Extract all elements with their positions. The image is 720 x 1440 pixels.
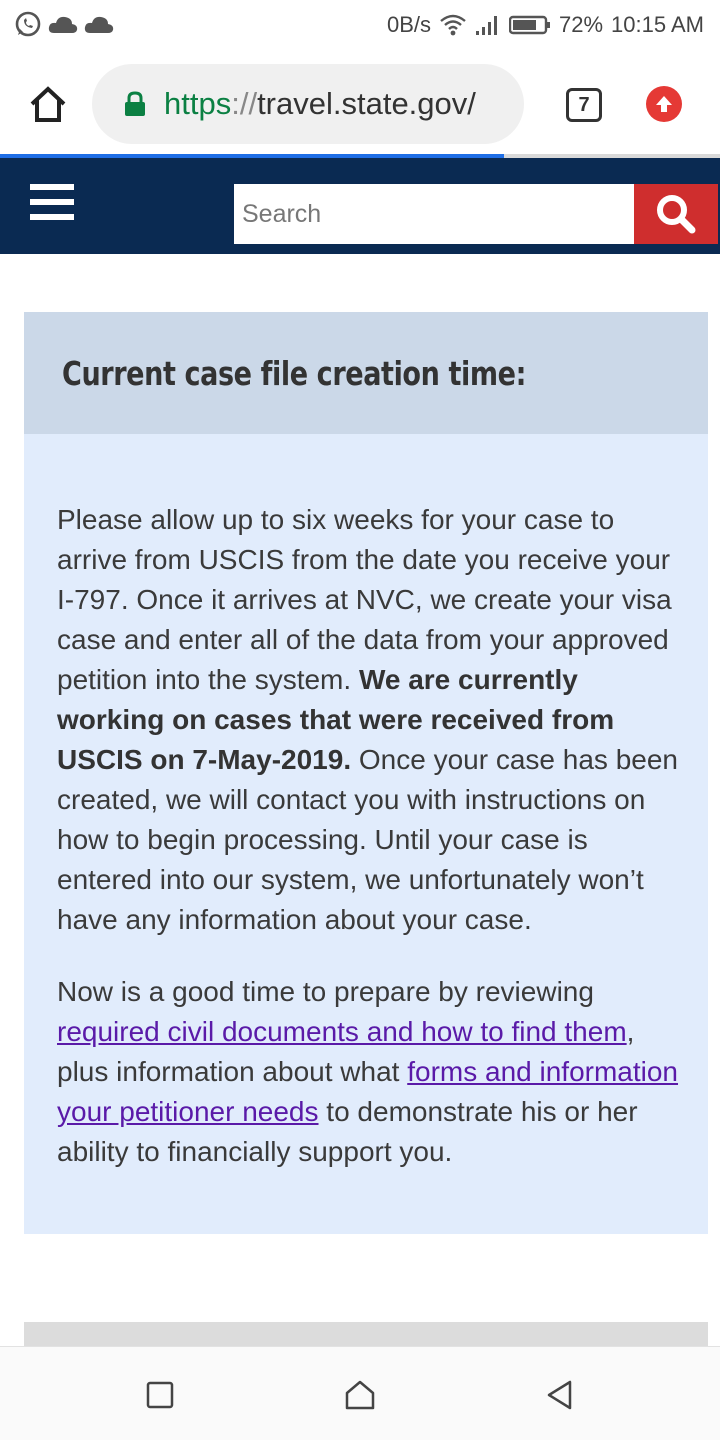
- address-bar[interactable]: https://travel.state.gov/: [92, 64, 524, 144]
- site-header: [0, 158, 720, 254]
- case-info-panel: Current case file creation time: Please …: [24, 312, 708, 1234]
- system-nav-bar: [0, 1346, 720, 1440]
- search-icon: [657, 195, 696, 234]
- next-section-strip: [24, 1322, 708, 1346]
- notification-icons: [14, 10, 114, 38]
- recents-square-icon[interactable]: [140, 1375, 180, 1415]
- url-text: https://travel.state.gov/: [164, 86, 476, 122]
- search-button[interactable]: [634, 184, 718, 244]
- lock-icon: [125, 91, 145, 116]
- civil-documents-link[interactable]: required civil documents and how to find…: [57, 1016, 627, 1047]
- battery-icon: [509, 15, 550, 35]
- case-info-paragraph: Please allow up to six weeks for your ca…: [57, 500, 684, 940]
- url-scheme: https: [164, 86, 232, 121]
- whatsapp-icon: [15, 11, 41, 37]
- cloud-icon: [84, 16, 114, 33]
- tab-switcher-button[interactable]: 7: [566, 88, 602, 122]
- clock: 10:15 AM: [611, 12, 704, 37]
- wifi-icon: [440, 14, 466, 36]
- status-bar: 0B/s 72% 10:15 AM: [0, 0, 720, 50]
- panel-title: Current case file creation time:: [62, 353, 527, 393]
- hamburger-menu-icon[interactable]: [30, 184, 74, 224]
- signal-icon: [476, 16, 497, 35]
- home-icon[interactable]: [340, 1375, 380, 1415]
- system-status: 0B/s 72% 10:15 AM: [387, 12, 704, 38]
- network-speed: 0B/s: [386, 12, 431, 37]
- update-button[interactable]: [646, 86, 682, 122]
- search-input[interactable]: [234, 184, 634, 244]
- panel-body: Please allow up to six weeks for your ca…: [24, 434, 708, 1172]
- prepare-paragraph: Now is a good time to prepare by reviewi…: [57, 972, 684, 1172]
- battery-level: 72%: [559, 12, 604, 37]
- cloud-icon: [48, 16, 78, 33]
- url-host: travel.state.gov/: [257, 86, 476, 121]
- home-icon[interactable]: [28, 84, 68, 124]
- url-separator: ://: [231, 86, 258, 121]
- paragraph-text: Now is a good time to prepare by reviewi…: [57, 976, 594, 1007]
- upload-arrow-icon: [656, 96, 672, 112]
- browser-toolbar: https://travel.state.gov/ 7: [0, 56, 720, 156]
- back-triangle-icon[interactable]: [540, 1375, 580, 1415]
- panel-header: Current case file creation time:: [24, 312, 708, 434]
